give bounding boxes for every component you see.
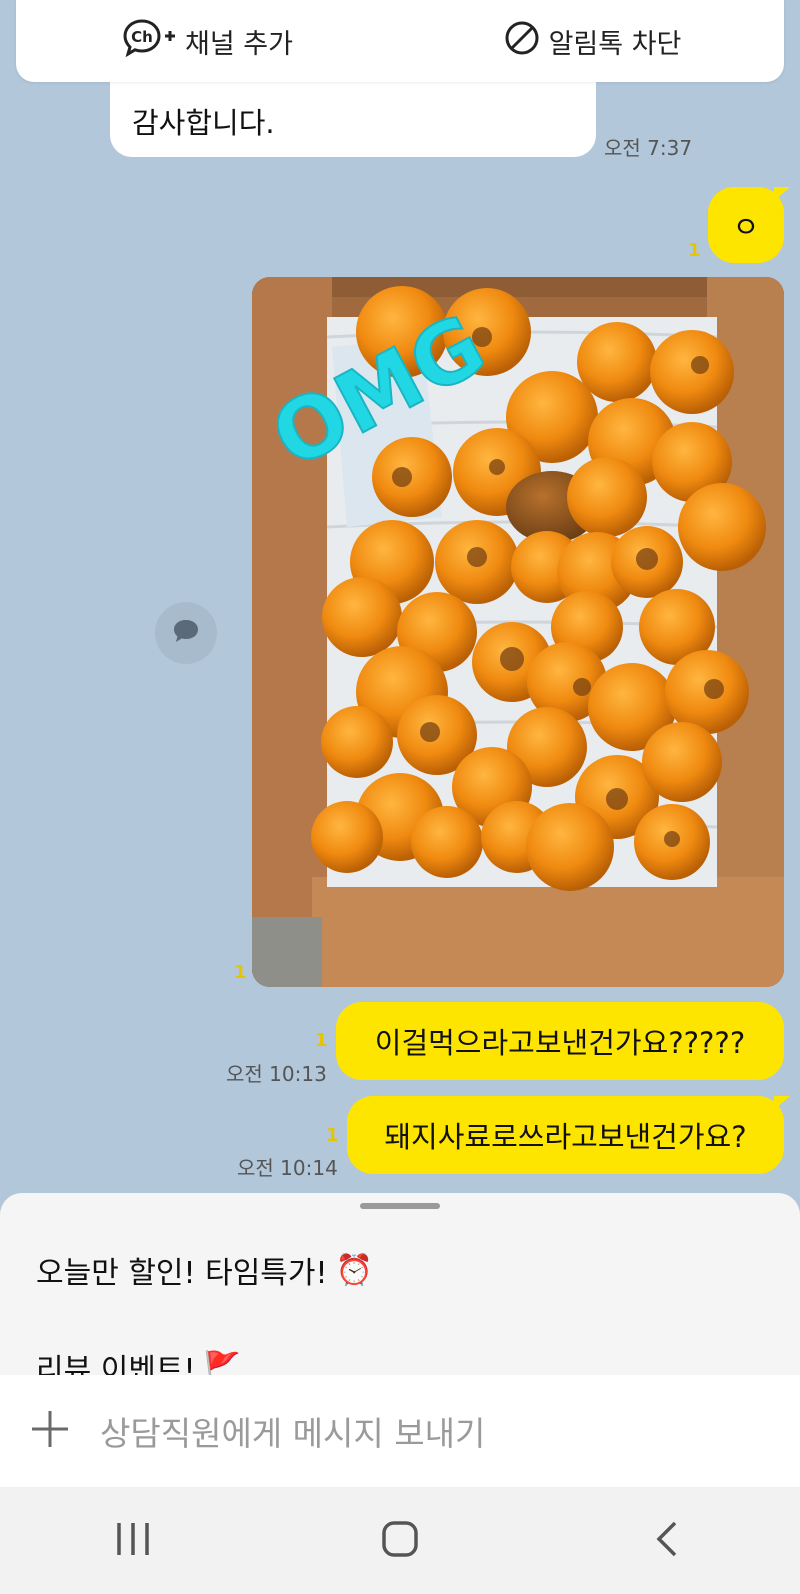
recent-apps-icon [113, 1519, 153, 1563]
bubble-tail [774, 187, 790, 201]
bubble-tail [774, 1096, 790, 1110]
photo-message[interactable]: OMG [252, 277, 784, 987]
share-comment-button[interactable] [155, 602, 217, 664]
outgoing-message-bubble[interactable]: 돼지사료로쓰라고보낸건가요? [347, 1096, 784, 1174]
block-icon [503, 19, 541, 64]
system-navigation-bar [0, 1487, 800, 1594]
recent-apps-button[interactable] [73, 1501, 193, 1581]
incoming-message-text: 감사합니다. [132, 106, 275, 140]
tangerine-box-photo: OMG [252, 277, 784, 987]
sheet-drag-handle[interactable] [360, 1203, 440, 1209]
svg-text:Ch: Ch [131, 28, 153, 46]
channel-action-bar: Ch 채널 추가 알림톡 차단 [16, 0, 784, 82]
outgoing-message-text: 돼지사료로쓰라고보낸건가요? [384, 1120, 747, 1154]
quick-menu-item-label: 오늘만 할인! 타임특가! [36, 1256, 328, 1291]
add-channel-label: 채널 추가 [185, 28, 293, 60]
message-input[interactable]: 상담직원에게 메시지 보내기 [100, 1407, 485, 1455]
outgoing-message-text: ㅇ [732, 210, 760, 244]
plus-icon [28, 1407, 72, 1455]
speech-bubble-icon [172, 618, 200, 648]
back-button[interactable] [607, 1501, 727, 1581]
quick-menu-sheet: 오늘만 할인! 타임특가! ⏰ 리뷰 이벤트! 🚩 [0, 1193, 800, 1375]
unread-count: 1 [688, 240, 701, 261]
unread-count: 1 [326, 1125, 339, 1146]
flag-icon: 🚩 [203, 1349, 241, 1376]
outgoing-message-text: 이걸먹으라고보낸건가요????? [374, 1026, 746, 1060]
outgoing-message-bubble[interactable]: ㅇ [708, 187, 784, 263]
quick-menu-item-review-event[interactable]: 리뷰 이벤트! 🚩 [36, 1345, 241, 1376]
alarm-clock-icon: ⏰ [335, 1252, 373, 1288]
home-icon [380, 1519, 420, 1563]
chevron-left-icon [647, 1519, 687, 1563]
outgoing-message-bubble[interactable]: 이걸먹으라고보낸건가요????? [336, 1002, 784, 1080]
incoming-message-time: 오전 7:37 [604, 136, 693, 160]
message-input-bar: 상담직원에게 메시지 보내기 [0, 1375, 800, 1487]
attach-button[interactable] [0, 1375, 100, 1487]
quick-menu-item-time-sale[interactable]: 오늘만 할인! 타임특가! ⏰ [36, 1248, 373, 1292]
unread-count: 1 [315, 1030, 328, 1051]
add-channel-button[interactable]: Ch 채널 추가 [16, 18, 400, 65]
block-notification-button[interactable]: 알림톡 차단 [400, 19, 784, 64]
photo-unread-count: 1 [234, 962, 247, 983]
home-button[interactable] [340, 1501, 460, 1581]
block-notification-label: 알림톡 차단 [548, 28, 682, 60]
quick-menu-item-label: 리뷰 이벤트! [36, 1353, 196, 1375]
channel-add-icon: Ch [123, 18, 177, 65]
message-time: 오전 10:14 [237, 1156, 338, 1180]
message-time: 오전 10:13 [226, 1062, 327, 1086]
